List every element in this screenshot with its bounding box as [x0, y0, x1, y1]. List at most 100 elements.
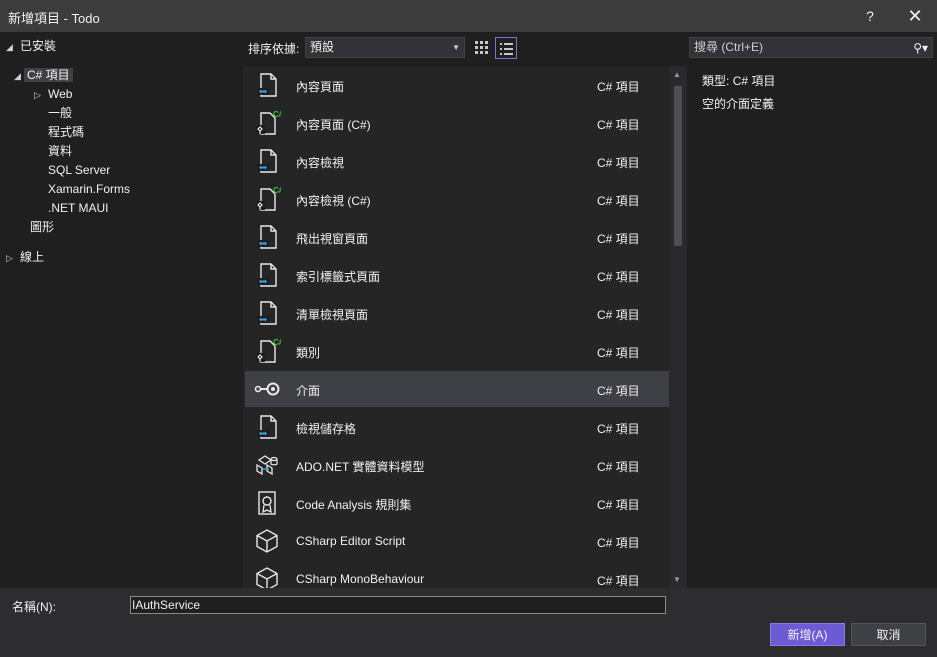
template-name: 內容頁面 (C#) [296, 118, 371, 132]
xaml-page-icon [253, 223, 281, 251]
template-type: C# 項目 [597, 194, 640, 208]
expanded-caret-icon[interactable]: ◢ [14, 67, 24, 85]
scroll-up-icon[interactable]: ▲ [673, 70, 681, 79]
name-field[interactable] [130, 596, 666, 614]
template-type: C# 項目 [597, 384, 640, 398]
template-type: C# 項目 [597, 118, 640, 132]
tree-node-installed[interactable]: ◢ 已安裝 [6, 37, 56, 55]
close-icon[interactable]: ✕ [895, 0, 935, 32]
sort-value: 預設 [310, 40, 335, 54]
expanded-caret-icon[interactable]: ◢ [6, 38, 16, 56]
template-name: Code Analysis 規則集 [296, 498, 412, 512]
template-list[interactable]: 內容頁面C# 項目C#內容頁面 (C#)C# 項目內容檢視C# 項目C#內容檢視… [243, 66, 669, 588]
xaml-page-icon [253, 299, 281, 327]
detail-description: 空的介面定義 [702, 97, 775, 111]
tree-node-sqlserver[interactable]: SQL Server [48, 161, 110, 179]
tree-node-web[interactable]: ▷ Web [34, 85, 72, 103]
template-row[interactable]: 飛出視窗頁面 C# 項目 [245, 219, 669, 255]
entity-model-icon [253, 451, 281, 479]
template-type: C# 項目 [597, 270, 640, 284]
template-row[interactable]: C# 類別 C# 項目 [245, 333, 669, 369]
add-button[interactable]: 新增(A) [770, 623, 845, 646]
help-button[interactable]: ? [850, 0, 890, 32]
bottom-bar: 名稱(N): 新增(A) 取消 [0, 588, 937, 657]
template-name: 內容頁面 [296, 80, 345, 94]
sort-label: 排序依據: [248, 42, 300, 56]
dropdown-arrow-icon: ▼ [452, 43, 460, 52]
template-type: C# 項目 [597, 498, 640, 512]
template-name: 清單檢視頁面 [296, 308, 369, 322]
template-type: C# 項目 [597, 460, 640, 474]
template-type: C# 項目 [597, 574, 640, 588]
template-row[interactable]: 檢視儲存格 C# 項目 [245, 409, 669, 445]
tree-node-code[interactable]: 程式碼 [48, 123, 84, 141]
tree-node-online[interactable]: ▷ 線上 [6, 248, 44, 266]
grid-view-button[interactable] [471, 37, 493, 59]
template-name: 內容檢視 [296, 156, 345, 170]
grid-icon [475, 41, 488, 54]
detail-type-label: 類型: [702, 74, 730, 88]
cube-icon [253, 565, 281, 588]
svg-text:C#: C# [273, 186, 281, 195]
list-icon [500, 43, 513, 55]
template-type: C# 項目 [597, 536, 640, 550]
cancel-button[interactable]: 取消 [851, 623, 926, 646]
detail-type-value: C# 項目 [732, 74, 776, 88]
tree-node-general[interactable]: 一般 [48, 104, 72, 122]
cube-icon [253, 527, 281, 555]
template-row[interactable]: Code Analysis 規則集 C# 項目 [245, 485, 669, 521]
sort-dropdown[interactable]: 預設 ▼ [305, 37, 465, 58]
template-name: 飛出視窗頁面 [296, 232, 369, 246]
template-row[interactable]: CSharp MonoBehaviour C# 項目 [245, 561, 669, 588]
svg-text:C#: C# [273, 338, 281, 347]
template-name: ADO.NET 實體資料模型 [296, 460, 425, 474]
template-row[interactable]: C# 內容頁面 (C#) C# 項目 [245, 105, 669, 141]
template-row[interactable]: 清單檢視頁面 C# 項目 [245, 295, 669, 331]
xaml-page-icon [253, 413, 281, 441]
scroll-down-icon[interactable]: ▼ [673, 575, 681, 584]
tree-node-graphics[interactable]: 圖形 [30, 218, 54, 236]
template-row[interactable]: CSharp Editor Script C# 項目 [245, 523, 669, 559]
template-row[interactable]: 內容頁面 C# 項目 [245, 67, 669, 103]
tree-node-data[interactable]: 資料 [48, 142, 72, 160]
name-label: 名稱(N): [12, 600, 56, 614]
tree-node-maui[interactable]: .NET MAUI [48, 199, 108, 217]
template-name: 介面 [296, 384, 321, 398]
template-name: 類別 [296, 346, 321, 360]
search-icon[interactable]: ⚲▾ [913, 39, 928, 58]
search-placeholder: 搜尋 (Ctrl+E) [694, 40, 764, 54]
detail-type: 類型: C# 項目 [702, 72, 775, 89]
svg-text:C#: C# [273, 110, 281, 119]
csharp-page-icon: C# [253, 185, 284, 213]
template-row[interactable]: C# 內容檢視 (C#) C# 項目 [245, 181, 669, 217]
list-scrollbar[interactable]: ▲ ▼ [669, 66, 687, 588]
title-bar: 新增項目 - Todo ? ✕ [0, 0, 937, 32]
template-name: CSharp MonoBehaviour [296, 572, 425, 586]
template-type: C# 項目 [597, 156, 640, 170]
template-row[interactable]: 索引標籤式頁面 C# 項目 [245, 257, 669, 293]
xaml-page-icon [253, 147, 281, 175]
search-input[interactable]: 搜尋 (Ctrl+E) ⚲▾ [689, 37, 933, 58]
list-view-button[interactable] [495, 37, 517, 59]
tree-node-csharp[interactable]: ◢ C# 項目 [14, 66, 73, 84]
template-row[interactable]: ADO.NET 實體資料模型 C# 項目 [245, 447, 669, 483]
xaml-page-icon [253, 71, 281, 99]
template-type: C# 項目 [597, 308, 640, 322]
template-name: CSharp Editor Script [296, 534, 406, 548]
ruleset-icon [253, 489, 281, 517]
template-row[interactable]: 內容檢視 C# 項目 [245, 143, 669, 179]
collapsed-caret-icon[interactable]: ▷ [34, 86, 44, 104]
interface-icon [253, 375, 281, 403]
csharp-page-icon: C# [253, 109, 284, 137]
category-tree: ◢ 已安裝 ◢ C# 項目 ▷ Web 一般 程式碼 資料 SQL Server Xa… [0, 32, 242, 588]
template-type: C# 項目 [597, 80, 640, 94]
xaml-page-icon [253, 261, 281, 289]
template-row[interactable]: 介面 C# 項目 [245, 371, 669, 407]
template-name: 內容檢視 (C#) [296, 194, 371, 208]
template-name: 索引標籤式頁面 [296, 270, 381, 284]
tree-node-xamarin[interactable]: Xamarin.Forms [48, 180, 130, 198]
template-type: C# 項目 [597, 346, 640, 360]
window-title: 新增項目 - Todo [8, 11, 100, 26]
collapsed-caret-icon[interactable]: ▷ [6, 249, 16, 267]
scroll-thumb[interactable] [674, 86, 682, 246]
